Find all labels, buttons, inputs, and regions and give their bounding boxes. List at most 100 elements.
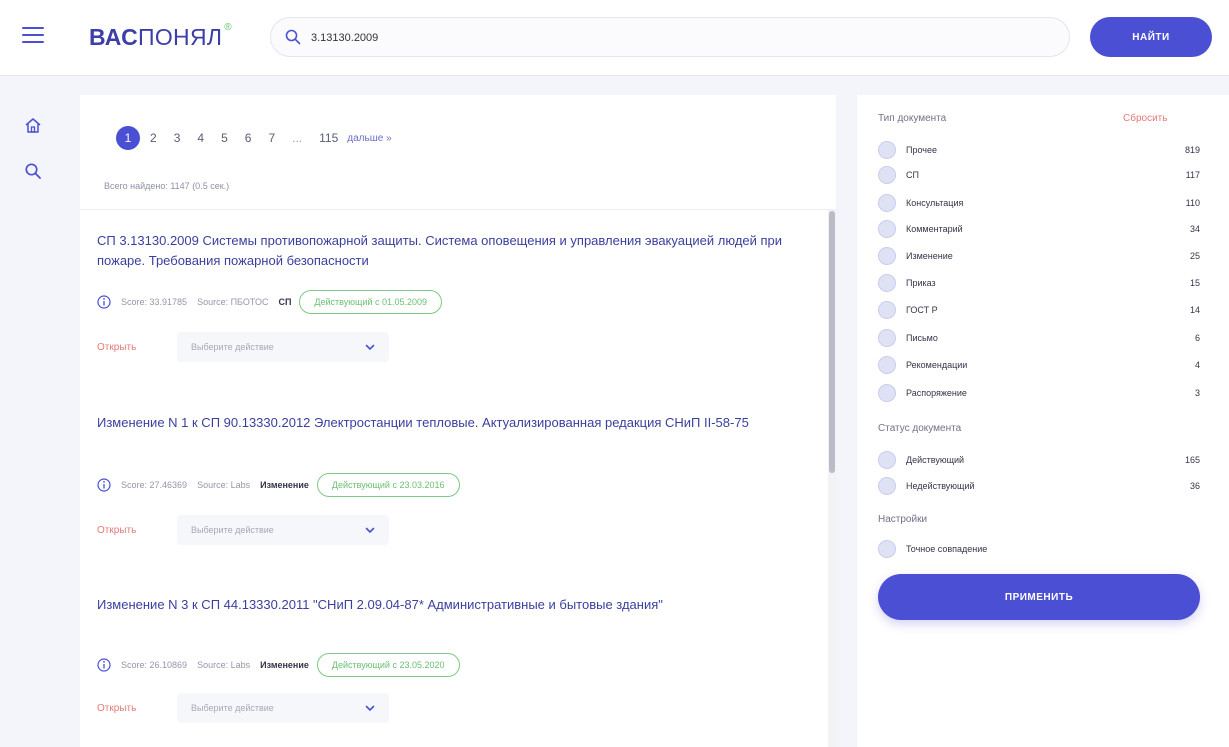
chevron-down-icon (365, 344, 375, 351)
result-type: СП (278, 297, 292, 307)
reset-link[interactable]: Сбросить (1123, 113, 1167, 124)
filter-doc-type[interactable]: Рекомендации 4 (878, 355, 1200, 375)
chevron-down-icon (365, 527, 375, 534)
open-link[interactable]: Открыть (97, 342, 157, 353)
home-icon[interactable] (24, 117, 42, 135)
checkbox[interactable] (878, 451, 896, 469)
filter-doc-type[interactable]: Комментарий 34 (878, 219, 1200, 239)
page-2[interactable]: 2 (150, 131, 157, 145)
scrollbar-thumb[interactable] (829, 211, 835, 473)
checkbox[interactable] (878, 540, 896, 558)
settings-heading: Настройки (878, 514, 928, 525)
filter-doc-type[interactable]: Распоряжение 3 (878, 383, 1200, 403)
filter-label: Изменение (906, 251, 953, 261)
logo[interactable]: ВАСПОНЯЛ ® (89, 22, 232, 51)
filter-status[interactable]: Действующий 165 (878, 450, 1200, 470)
doc-type-heading: Тип документа (878, 113, 947, 124)
filter-count: 36 (1189, 481, 1200, 491)
status-badge: Действующий с 23.03.2016 (316, 473, 460, 497)
page-7[interactable]: 7 (268, 131, 275, 145)
open-link[interactable]: Открыть (97, 703, 157, 714)
filter-label: Распоряжение (906, 388, 967, 398)
logo-rest: ПОНЯЛ (138, 24, 223, 50)
chevron-down-icon (365, 705, 375, 712)
filter-count: 110 (1185, 198, 1200, 208)
action-select[interactable]: Выберите действие (177, 693, 389, 723)
search-icon (285, 29, 301, 45)
filter-label: Консультация (906, 198, 964, 208)
checkbox[interactable] (878, 301, 896, 319)
action-select[interactable]: Выберите действие (177, 332, 389, 362)
result-score: Score: 33.91785 (121, 297, 188, 307)
filter-exact-match[interactable]: Точное совпадение (878, 539, 1200, 559)
find-button[interactable]: НАЙТИ (1090, 17, 1212, 57)
action-select[interactable]: Выберите действие (177, 515, 389, 545)
next-page-link[interactable]: дальше » (347, 133, 391, 144)
page-last[interactable]: 115 (319, 131, 338, 145)
filter-count: 15 (1189, 278, 1200, 288)
page-3[interactable]: 3 (174, 131, 181, 145)
filter-count: 4 (1194, 360, 1200, 370)
checkbox[interactable] (878, 194, 896, 212)
page-4[interactable]: 4 (197, 131, 204, 145)
status-heading: Статус документа (878, 423, 962, 434)
checkbox[interactable] (878, 220, 896, 238)
filter-label: Комментарий (906, 224, 963, 234)
filter-doc-type[interactable]: Приказ 15 (878, 273, 1200, 293)
filter-label: СП (906, 170, 919, 180)
checkbox[interactable] (878, 384, 896, 402)
result-source: Source: ПБОТОС (197, 297, 269, 307)
checkbox[interactable] (878, 141, 896, 159)
checkbox[interactable] (878, 274, 896, 292)
checkbox[interactable] (878, 356, 896, 374)
filter-doc-type[interactable]: Прочее 819 (878, 140, 1200, 160)
filter-label: Действующий (906, 455, 965, 465)
filter-label: Письмо (906, 333, 938, 343)
logo-bold: ВАС (89, 24, 139, 50)
filter-status[interactable]: Недействующий 36 (878, 476, 1200, 496)
filter-label: Точное совпадение (906, 544, 988, 554)
menu-icon[interactable] (22, 27, 44, 45)
filter-label: ГОСТ Р (906, 305, 938, 315)
filter-count: 3 (1194, 388, 1200, 398)
info-icon[interactable] (97, 478, 111, 492)
filter-doc-type[interactable]: СП 117 (878, 165, 1200, 185)
result-meta: Score: 33.91785 Source: ПБОТОС СП Действ… (97, 290, 443, 314)
checkbox[interactable] (878, 247, 896, 265)
result-type: Изменение (260, 480, 309, 490)
info-icon[interactable] (97, 658, 111, 672)
result-actions: Открыть Выберите действие (97, 693, 389, 723)
results-total: Всего найдено: 1147 (0.5 сек.) (104, 181, 230, 191)
info-icon[interactable] (97, 295, 111, 309)
open-link[interactable]: Открыть (97, 525, 157, 536)
result-title[interactable]: Изменение N 1 к СП 90.13330.2012 Электро… (97, 413, 797, 433)
result-meta: Score: 26.10869 Source: Labs Изменение Д… (97, 653, 460, 677)
filter-doc-type[interactable]: Консультация 110 (878, 193, 1200, 213)
filter-doc-type[interactable]: ГОСТ Р 14 (878, 300, 1200, 320)
action-select-placeholder: Выберите действие (191, 703, 274, 713)
logo-mark: ® (224, 22, 232, 34)
action-select-placeholder: Выберите действие (191, 342, 274, 352)
checkbox[interactable] (878, 477, 896, 495)
search-box[interactable] (270, 17, 1070, 57)
result-type: Изменение (260, 660, 309, 670)
checkbox[interactable] (878, 329, 896, 347)
filter-count: 6 (1194, 333, 1200, 343)
result-title[interactable]: СП 3.13130.2009 Системы противопожарной … (97, 231, 797, 271)
filter-doc-type[interactable]: Изменение 25 (878, 246, 1200, 266)
result-item: Изменение N 3 к СП 44.13330.2011 "СНиП 2… (80, 595, 820, 745)
result-title[interactable]: Изменение N 3 к СП 44.13330.2011 "СНиП 2… (97, 595, 797, 615)
filter-panel: Тип документа Сбросить Прочее 819 СП 117 К… (857, 95, 1229, 747)
search-input[interactable] (311, 27, 1031, 49)
page-6[interactable]: 6 (245, 131, 252, 145)
filter-doc-type[interactable]: Письмо 6 (878, 328, 1200, 348)
page-1[interactable]: 1 (116, 126, 140, 150)
result-item: СП 3.13130.2009 Системы противопожарной … (80, 231, 820, 381)
checkbox[interactable] (878, 166, 896, 184)
filter-label: Прочее (906, 145, 937, 155)
apply-button[interactable]: ПРИМЕНИТЬ (878, 574, 1200, 620)
filter-label: Рекомендации (906, 360, 968, 370)
page-5[interactable]: 5 (221, 131, 228, 145)
search-icon[interactable] (24, 162, 42, 180)
result-score: Score: 26.10869 (121, 660, 188, 670)
